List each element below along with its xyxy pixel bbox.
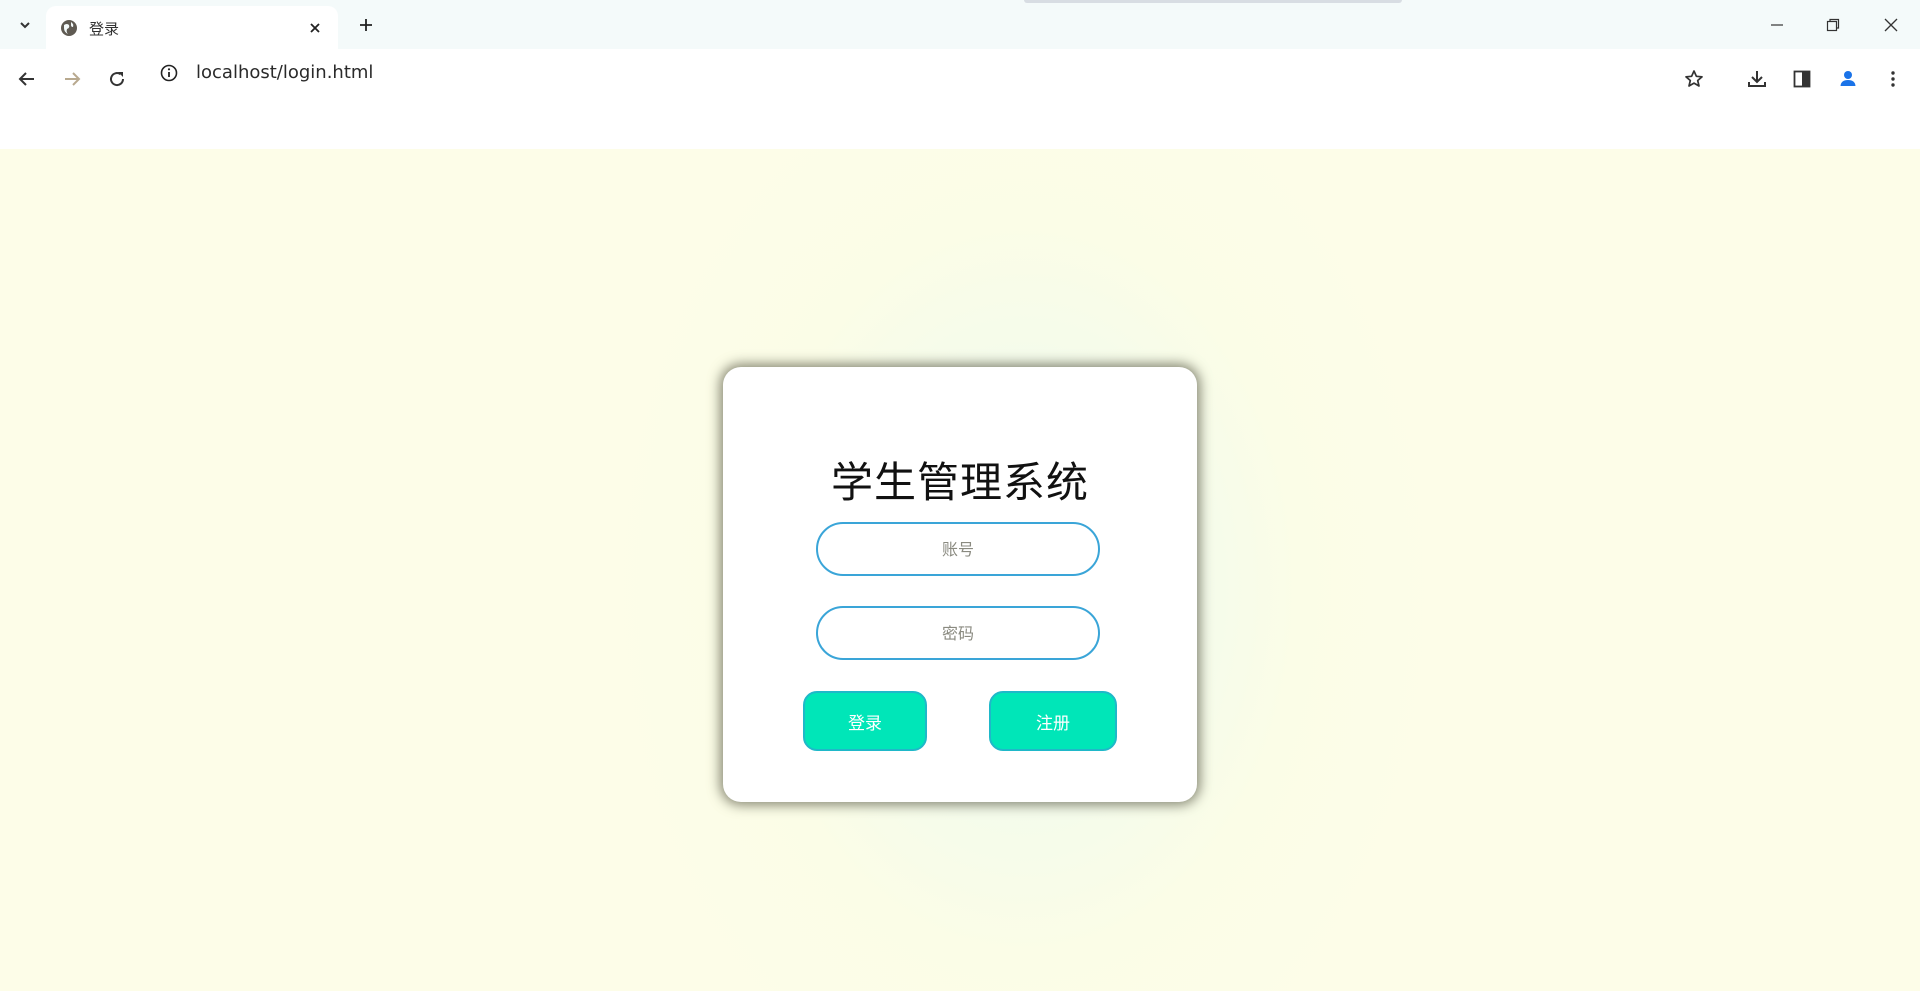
globe-icon [61,20,77,36]
side-panel-button[interactable] [1786,63,1818,95]
drag-region [1024,0,1402,3]
reload-icon [110,72,125,87]
kebab-menu-icon [1891,71,1895,87]
account-input[interactable] [816,522,1100,576]
chevron-down-icon [20,22,30,29]
page-background: 学生管理系统 登录 注册 [0,149,1920,991]
browser-toolbar: localhost/login.html [0,49,1920,149]
new-tab-button[interactable] [352,11,380,39]
password-input[interactable] [816,606,1100,660]
profile-button[interactable] [1832,63,1864,95]
minimize-icon [1771,24,1783,26]
back-button[interactable] [11,63,43,95]
close-window-button[interactable] [1876,10,1906,40]
tab-search-button[interactable] [12,12,38,38]
back-arrow-icon [18,72,34,86]
reload-button[interactable] [101,63,133,95]
tab-title: 登录 [89,20,120,38]
side-panel-icon [1793,70,1811,88]
url-text[interactable]: localhost/login.html [196,62,373,83]
close-icon [1884,18,1898,32]
active-tab[interactable]: 登录 [46,6,338,49]
login-button[interactable]: 登录 [803,691,927,751]
page-title: 学生管理系统 [830,458,1089,507]
restore-icon [1826,18,1840,32]
register-button[interactable]: 注册 [989,691,1117,751]
minimize-button[interactable] [1762,10,1792,40]
forward-arrow-icon [65,72,81,86]
profile-icon [1840,71,1856,86]
downloads-button[interactable] [1741,63,1773,95]
restore-button[interactable] [1818,10,1848,40]
tab-close-button[interactable] [304,17,326,39]
login-card: 学生管理系统 登录 注册 [723,367,1197,802]
star-icon [1685,70,1703,87]
bookmark-button[interactable] [1678,63,1710,95]
tab-strip: 登录 [0,0,1920,49]
forward-button[interactable] [56,63,88,95]
info-icon[interactable] [160,64,178,82]
address-bar[interactable]: localhost/login.html [150,53,1660,93]
close-icon [310,23,320,33]
plus-icon [360,19,372,31]
download-icon [1748,71,1766,87]
menu-button[interactable] [1877,63,1909,95]
